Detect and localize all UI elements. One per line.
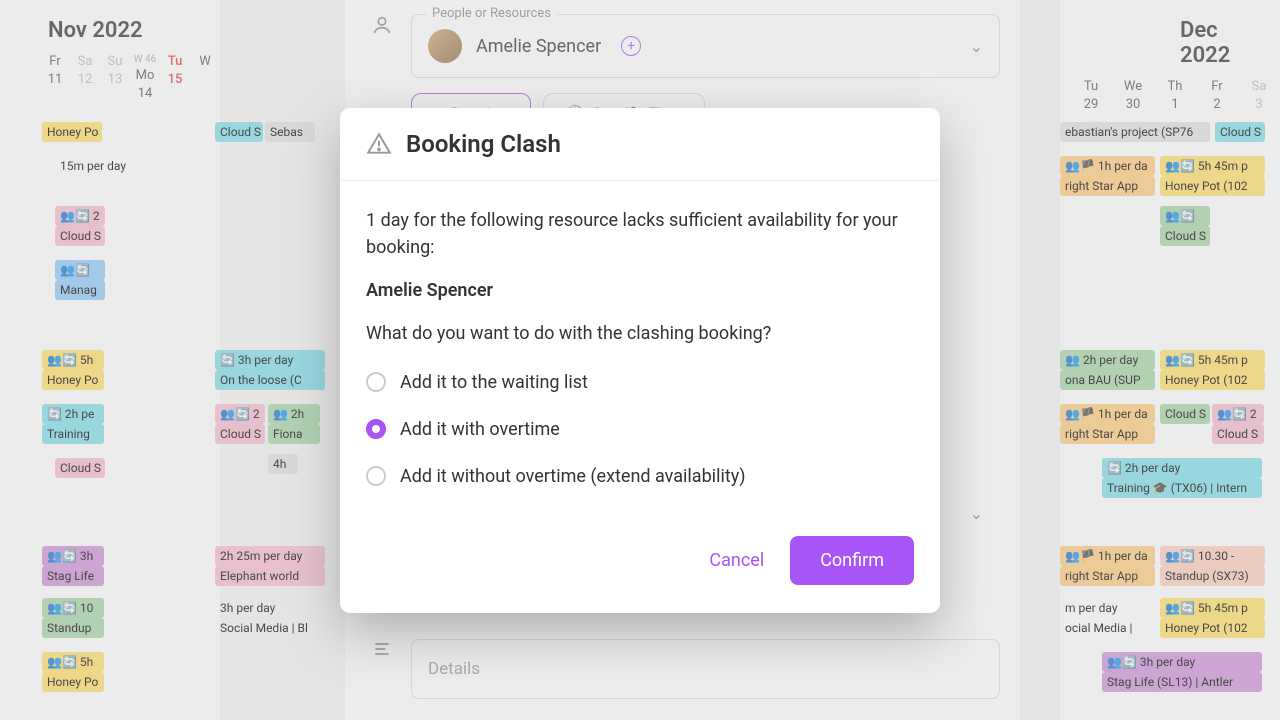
radio-label: Add it without overtime (extend availabi… xyxy=(400,463,746,490)
warning-icon xyxy=(366,131,392,157)
radio-label: Add it with overtime xyxy=(400,416,560,443)
radio-option[interactable]: Add it with overtime xyxy=(366,406,914,453)
radio-option[interactable]: Add it to the waiting list xyxy=(366,359,914,406)
radio-icon xyxy=(366,466,386,486)
radio-icon xyxy=(366,372,386,392)
modal-message: 1 day for the following resource lacks s… xyxy=(366,207,914,261)
radio-option[interactable]: Add it without overtime (extend availabi… xyxy=(366,453,914,500)
modal-title: Booking Clash xyxy=(406,130,561,158)
modal-question: What do you want to do with the clashing… xyxy=(366,320,914,347)
radio-label: Add it to the waiting list xyxy=(400,369,588,396)
radio-icon xyxy=(366,419,386,439)
modal-overlay: Booking Clash 1 day for the following re… xyxy=(0,0,1280,720)
confirm-button[interactable]: Confirm xyxy=(790,536,914,585)
modal-resource-name: Amelie Spencer xyxy=(366,277,914,304)
cancel-button[interactable]: Cancel xyxy=(703,540,770,581)
booking-clash-modal: Booking Clash 1 day for the following re… xyxy=(340,108,940,613)
